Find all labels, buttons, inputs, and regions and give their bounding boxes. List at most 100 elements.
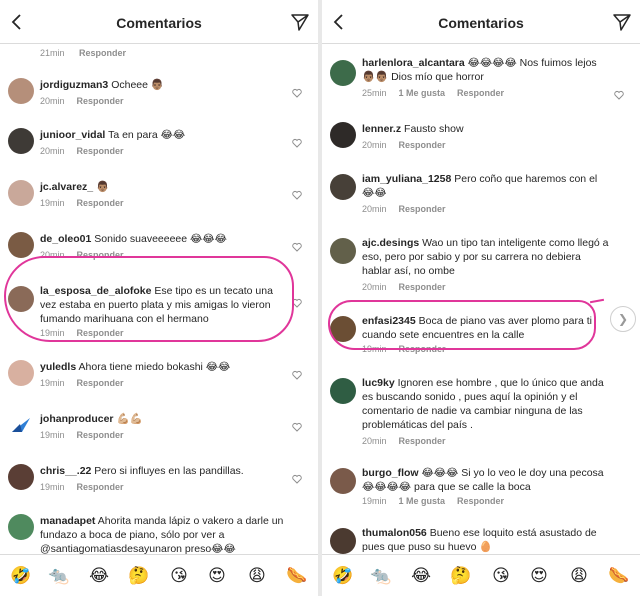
comment-username[interactable]: ajc.desings <box>362 237 419 249</box>
emoji-button[interactable]: 🤣 <box>332 565 354 587</box>
avatar[interactable] <box>330 316 356 342</box>
header-bar: Comentarios <box>0 0 318 44</box>
heart-icon[interactable] <box>292 370 302 380</box>
brand-logo-icon <box>12 418 30 432</box>
comment-meta: 20min Responder <box>362 282 458 292</box>
emoji-button[interactable]: 🤣 <box>10 565 32 587</box>
reply-link[interactable]: Responder <box>77 96 124 106</box>
reply-link[interactable]: Responder <box>399 436 446 446</box>
heart-icon[interactable] <box>292 474 302 484</box>
heart-icon[interactable] <box>292 190 302 200</box>
emoji-button[interactable]: 😍 <box>206 565 228 587</box>
avatar[interactable] <box>8 514 34 540</box>
comment-username[interactable]: yuledls <box>40 361 76 373</box>
comment-meta: 20min Responder <box>362 436 458 446</box>
heart-icon[interactable] <box>292 298 302 308</box>
avatar[interactable] <box>330 122 356 148</box>
comment-time: 20min <box>40 96 65 106</box>
avatar[interactable] <box>330 528 356 554</box>
reply-link[interactable]: Responder <box>399 344 446 354</box>
avatar[interactable] <box>330 468 356 494</box>
reply-link[interactable]: Responder <box>77 482 124 492</box>
emoji-button[interactable]: 😩 <box>568 565 590 587</box>
emoji-button[interactable]: 🐀 <box>48 565 70 587</box>
comment-username[interactable]: harlenlora_alcantara <box>362 57 465 69</box>
reply-link[interactable]: Responder <box>457 496 504 506</box>
comment-meta: 19min Responder <box>40 198 136 208</box>
comment-username[interactable]: jc.alvarez_ <box>40 181 93 193</box>
emoji-button[interactable]: 😂 <box>410 565 432 587</box>
comment-time: 19min <box>40 482 65 492</box>
emoji-button[interactable]: 😩 <box>246 565 268 587</box>
chevron-right-icon[interactable]: ❯ <box>610 306 636 332</box>
comment-time: 19min <box>40 430 65 440</box>
reply-link[interactable]: Responder <box>79 48 126 58</box>
comment-username[interactable]: burgo_flow <box>362 467 419 479</box>
comment-item: thumalon056 Bueno ese loquito está asust… <box>322 522 640 556</box>
comment-meta: 20min Responder <box>362 140 458 150</box>
emoji-bar: 🤣 🐀 😂 🤔 😘 😍 😩 🌭 <box>0 554 318 596</box>
reply-link[interactable]: Responder <box>399 140 446 150</box>
avatar[interactable] <box>8 286 34 312</box>
reply-link[interactable]: Responder <box>77 146 124 156</box>
comment-time: 21min <box>40 48 65 58</box>
emoji-button[interactable]: 😂 <box>88 565 110 587</box>
avatar[interactable] <box>8 412 34 438</box>
reply-link[interactable]: Responder <box>457 88 504 98</box>
avatar[interactable] <box>8 360 34 386</box>
reply-link[interactable]: Responder <box>77 250 124 260</box>
reply-link[interactable]: Responder <box>77 198 124 208</box>
emoji-button[interactable]: 😍 <box>528 565 550 587</box>
comment-username[interactable]: iam_yuliana_1258 <box>362 173 451 185</box>
reply-link[interactable]: Responder <box>77 328 124 338</box>
heart-icon[interactable] <box>614 90 624 100</box>
comment-username[interactable]: jordiguzman3 <box>40 79 108 91</box>
page-title: Comentarios <box>116 15 202 31</box>
comment-username[interactable]: johanproducer <box>40 413 114 425</box>
emoji-button[interactable]: 😘 <box>490 565 512 587</box>
like-count[interactable]: 1 Me gusta <box>399 88 446 98</box>
comment-meta: 25min 1 Me gusta Responder <box>362 88 516 98</box>
heart-icon[interactable] <box>292 422 302 432</box>
emoji-button[interactable]: 🤔 <box>128 565 150 587</box>
avatar[interactable] <box>330 60 356 86</box>
avatar[interactable] <box>8 78 34 104</box>
reply-link[interactable]: Responder <box>399 282 446 292</box>
comment-time: 19min <box>362 496 387 506</box>
comment-username[interactable]: lenner.z <box>362 123 401 135</box>
comment-username[interactable]: la_esposa_de_alofoke <box>40 285 151 297</box>
avatar[interactable] <box>8 464 34 490</box>
reply-link[interactable]: Responder <box>77 430 124 440</box>
comment-meta: 19min Responder <box>40 378 136 388</box>
avatar[interactable] <box>8 128 34 154</box>
reply-link[interactable]: Responder <box>399 204 446 214</box>
emoji-button[interactable]: 🌭 <box>286 565 308 587</box>
comment-text: 👨🏽 <box>96 181 110 193</box>
heart-icon[interactable] <box>292 138 302 148</box>
emoji-button[interactable]: 🤔 <box>450 565 472 587</box>
avatar[interactable] <box>8 232 34 258</box>
comment-username[interactable]: luc9ky <box>362 377 395 389</box>
comment-meta: 20min Responder <box>40 250 136 260</box>
reply-link[interactable]: Responder <box>77 378 124 388</box>
comment-time: 20min <box>40 146 65 156</box>
heart-icon[interactable] <box>292 88 302 98</box>
like-count[interactable]: 1 Me gusta <box>399 496 446 506</box>
comment-username[interactable]: de_oleo01 <box>40 233 91 245</box>
send-icon[interactable] <box>612 12 632 32</box>
emoji-button[interactable]: 🌭 <box>608 565 630 587</box>
emoji-button[interactable]: 😘 <box>168 565 190 587</box>
avatar[interactable] <box>330 378 356 404</box>
heart-icon[interactable] <box>292 242 302 252</box>
comment-username[interactable]: manadapet <box>40 515 95 527</box>
comment-username[interactable]: junioor_vidal <box>40 129 105 141</box>
emoji-button[interactable]: 🐀 <box>370 565 392 587</box>
send-icon[interactable] <box>290 12 310 32</box>
comment-username[interactable]: thumalon056 <box>362 527 427 539</box>
comment-username[interactable]: chris__.22 <box>40 465 91 477</box>
avatar[interactable] <box>330 238 356 264</box>
comment-username[interactable]: enfasi2345 <box>362 315 416 327</box>
avatar[interactable] <box>8 180 34 206</box>
avatar[interactable] <box>330 174 356 200</box>
comment-time: 19min <box>40 198 65 208</box>
